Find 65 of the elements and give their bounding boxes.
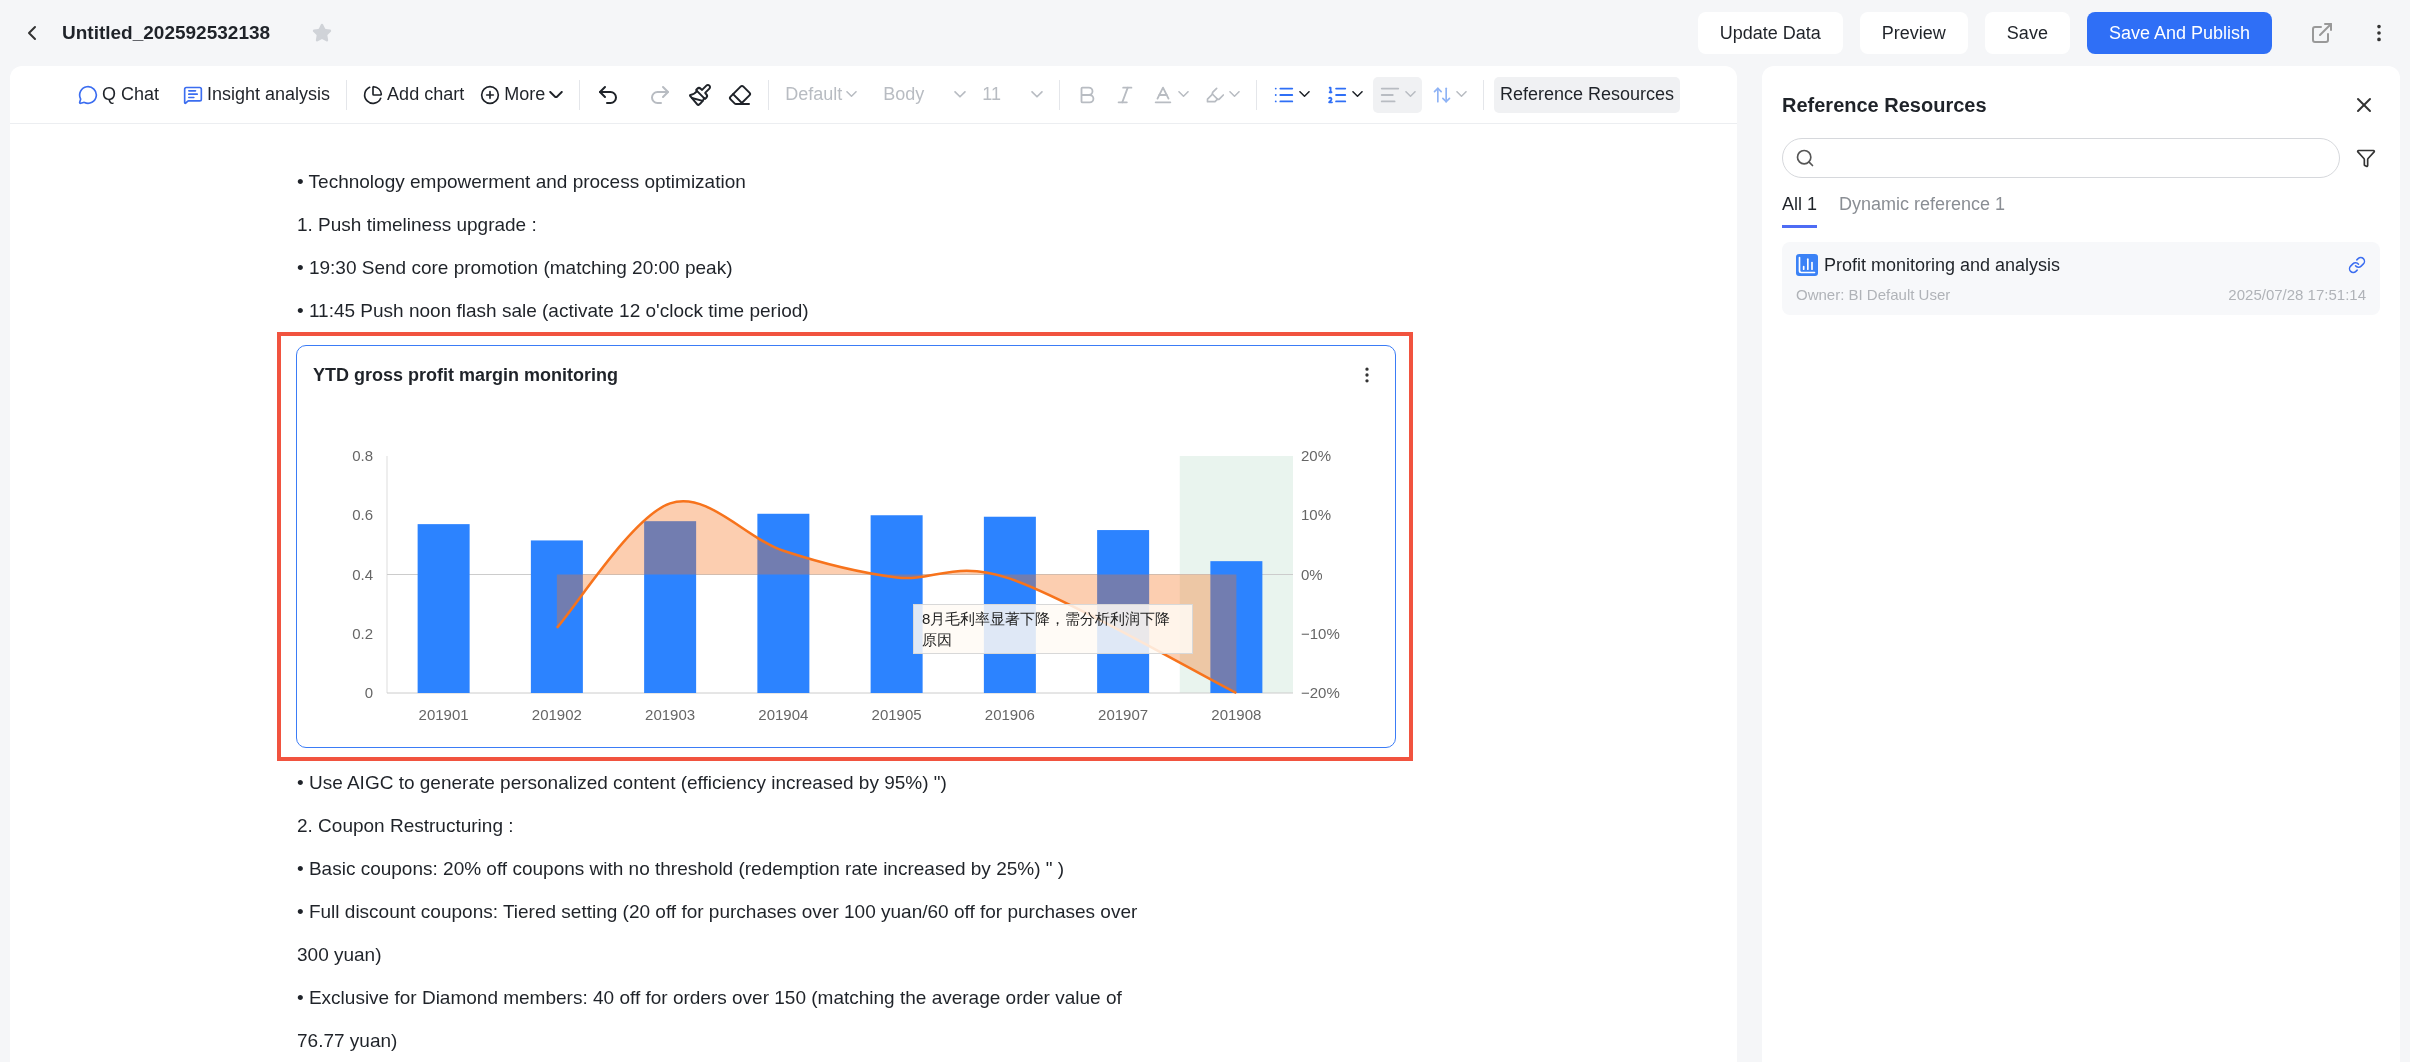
axis-label: 201906	[984, 706, 1035, 723]
axis-label: 0.8	[352, 447, 373, 464]
axis-label: 20%	[1301, 447, 1332, 464]
chart-title: YTD gross profit margin monitoring	[313, 364, 618, 386]
link-icon[interactable]	[2348, 256, 2366, 274]
paragraph: • Technology empowerment and process optimization	[296, 170, 747, 194]
axis-label: 0	[364, 684, 373, 701]
axis-label: 201908	[1211, 706, 1262, 723]
publish-button[interactable]: Save And Publish	[2086, 12, 2272, 54]
axis-label: 201905	[871, 706, 922, 723]
axis-label: −10%	[1301, 624, 1340, 642]
axis-label: 10%	[1301, 506, 1332, 524]
chevron-down-icon	[1030, 91, 1043, 98]
axis-label: −20%	[1301, 684, 1340, 701]
header-button[interactable]: Preview	[1859, 12, 1968, 54]
chevron-down-icon	[954, 91, 967, 98]
chevron-down-icon	[1404, 91, 1416, 98]
owner-text: Owner: BI Default User	[1796, 286, 1951, 303]
paintbrush-icon	[688, 82, 713, 107]
message-list-icon	[183, 84, 204, 105]
panel-title: Reference Resources	[1782, 93, 1987, 117]
paragraph: • 19:30 Send core promotion (matching 20:00 peak)	[296, 256, 734, 280]
search-icon	[1795, 148, 1815, 168]
reference-resources-button[interactable]: Reference Resources	[1493, 76, 1681, 113]
highlighter-icon	[1204, 84, 1225, 105]
axis-label: 201902	[531, 706, 582, 723]
axis-label: 201901	[418, 706, 469, 723]
axis-label: 0.6	[352, 506, 373, 524]
resource-title: Profit monitoring and analysis	[1824, 254, 2061, 276]
timestamp: 2025/07/28 17:51:14	[2228, 286, 2366, 303]
axis-label: 0.4	[352, 565, 373, 583]
header-button[interactable]: Save	[1984, 12, 2070, 54]
document-title: Untitled_202592532138	[62, 22, 271, 44]
chevron-down-icon	[846, 91, 858, 98]
paragraph: • Exclusive for Diamond members: 40 off for orders over 150 (matching the average order value of 76.77 yuan)	[296, 986, 1123, 1053]
axis-label: 201904	[758, 706, 809, 723]
insight-button[interactable]: Insight analysis	[177, 76, 337, 113]
chevron-down-icon	[1177, 91, 1189, 98]
chevron-down-icon	[1298, 91, 1310, 98]
q-chat-button[interactable]: Q Chat	[72, 76, 166, 113]
pie-chart-icon	[363, 84, 384, 105]
paragraph: • Basic coupons: 20% off coupons with no threshold (redemption rate increased by 25%) " )	[296, 857, 1066, 881]
more-button[interactable]: More	[474, 76, 570, 113]
paragraph: 1. Push timeliness upgrade :	[296, 213, 538, 237]
add-chart-button[interactable]: Add chart	[357, 76, 471, 113]
header-button[interactable]: Update Data	[1697, 12, 1843, 54]
paragraph: 2. Coupon Restructuring :	[296, 814, 515, 838]
paragraph: • 11:45 Push noon flash sale (activate 12 o'clock time period)	[296, 299, 810, 323]
chevron-down-icon	[549, 90, 564, 99]
axis-label: 201907	[1098, 706, 1149, 723]
axis-label: 0%	[1301, 565, 1323, 583]
paragraph: • Full discount coupons: Tiered setting (20 off for purchases over 100 yuan/60 off for purchases over 300 yuan)	[296, 900, 1139, 967]
eraser-icon	[728, 82, 753, 107]
axis-label: 0.2	[352, 624, 373, 642]
annotation-label: 8月毛利率显著下降，需分析利润下降原因	[913, 604, 1193, 654]
tab[interactable]: All 1	[1782, 194, 1817, 228]
chevron-down-icon	[1455, 91, 1467, 98]
chevron-down-icon	[1228, 91, 1240, 98]
bar-chart-icon	[1796, 254, 1818, 276]
plus-circle-icon	[480, 84, 501, 105]
chat-bubble-icon	[78, 84, 98, 105]
chevron-down-icon	[1351, 91, 1363, 98]
paragraph: • Use AIGC to generate personalized content (efficiency increased by 95%) ")	[296, 771, 948, 795]
resource-card[interactable]: Profit monitoring and analysis Owner: BI Default User 2025/07/28 17:51:14	[1782, 242, 2380, 315]
axis-label: 201903	[645, 706, 696, 723]
